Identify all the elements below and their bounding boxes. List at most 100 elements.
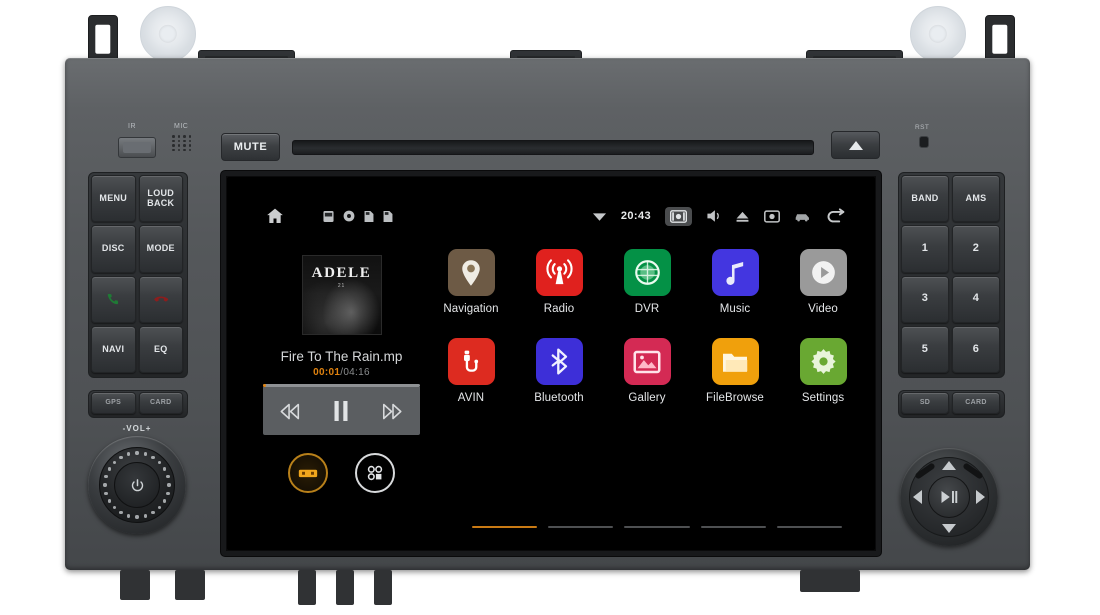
page-dot[interactable] xyxy=(624,525,690,528)
navigation-dpad[interactable] xyxy=(900,448,998,546)
sd-card-icon xyxy=(323,210,334,223)
left-button-grid: MENU LOUD BACK DISC MODE NAVI EQ xyxy=(91,175,183,373)
dpad-right-button[interactable] xyxy=(976,490,985,504)
app-label: Music xyxy=(719,303,751,315)
app-dvr[interactable]: DVR xyxy=(608,249,686,315)
eject-button[interactable] xyxy=(831,131,880,159)
page-indicator[interactable] xyxy=(472,525,843,528)
previous-track-icon xyxy=(280,403,300,419)
right-button-grid: BAND AMS 1 2 3 4 5 6 xyxy=(901,175,1000,373)
hw-button-preset-3[interactable]: 3 xyxy=(901,275,949,323)
app-label: Settings xyxy=(801,392,845,404)
app-avin[interactable]: AVIN xyxy=(432,338,510,404)
track-time: 00:01/04:16 xyxy=(263,367,420,378)
hw-button-label: DISC xyxy=(101,243,125,254)
status-notifications xyxy=(323,210,393,223)
app-label: Navigation xyxy=(443,303,499,315)
app-label: Bluetooth xyxy=(534,392,584,404)
storage-icon xyxy=(364,210,374,223)
dpad-play-pause-button[interactable] xyxy=(928,476,970,518)
hw-button-menu[interactable]: MENU xyxy=(91,175,136,223)
hw-button-card[interactable]: CARD xyxy=(952,392,1000,414)
hw-button-preset-5[interactable]: 5 xyxy=(901,325,949,373)
music-player-widget[interactable]: ADELE 21 Fire To The Rain.mp 00:01/04:16 xyxy=(263,255,420,493)
hw-button-sd[interactable]: SD xyxy=(901,392,949,414)
hw-button-preset-4[interactable]: 4 xyxy=(952,275,1000,323)
car-shortcut-button[interactable] xyxy=(288,453,329,493)
hw-button-band[interactable]: BAND xyxy=(901,175,949,223)
hw-button-call-answer[interactable] xyxy=(91,275,136,323)
hw-button-card[interactable]: CARD xyxy=(138,392,183,414)
hw-button-loud-back[interactable]: LOUD BACK xyxy=(138,175,183,223)
page-dot[interactable] xyxy=(776,525,843,528)
home-icon[interactable] xyxy=(265,206,285,226)
hw-button-preset-2[interactable]: 2 xyxy=(952,225,1000,273)
volume-knob[interactable] xyxy=(88,436,186,534)
next-track-button[interactable] xyxy=(381,403,405,420)
app-gallery[interactable]: Gallery xyxy=(608,338,686,404)
app-music[interactable]: Music xyxy=(696,249,774,315)
hw-button-mode[interactable]: MODE xyxy=(138,225,183,273)
hw-button-label: 3 xyxy=(921,292,929,305)
back-arrow-icon[interactable] xyxy=(825,207,847,225)
eject-icon[interactable] xyxy=(735,210,750,223)
hw-button-label: CARD xyxy=(150,399,172,407)
app-radio[interactable]: Radio xyxy=(520,249,598,315)
app-video[interactable]: Video xyxy=(784,249,862,315)
car-icon[interactable] xyxy=(794,211,811,222)
page-dot[interactable] xyxy=(548,525,614,528)
hw-button-preset-1[interactable]: 1 xyxy=(901,225,949,273)
status-right-group: 20:43 xyxy=(592,206,847,226)
bracket-hole xyxy=(992,24,1008,54)
volume-icon[interactable] xyxy=(706,209,721,223)
app-bluetooth[interactable]: Bluetooth xyxy=(520,338,598,404)
hw-button-navi[interactable]: NAVI xyxy=(91,325,136,373)
cd-disc-slot[interactable] xyxy=(292,140,814,155)
dpad-left-button[interactable] xyxy=(913,490,922,504)
reset-pinhole[interactable] xyxy=(919,136,929,148)
mounting-bracket-right xyxy=(985,15,1015,63)
hw-button-label: LOUD BACK xyxy=(147,188,175,208)
all-apps-icon xyxy=(367,465,382,481)
track-title: Fire To The Rain.mp xyxy=(280,349,403,364)
touchscreen[interactable]: 20:43 ADELE 21 Fire To The Rain.mp 00:01… xyxy=(227,177,875,550)
hw-button-label: GPS xyxy=(105,399,122,407)
dpad-down-button[interactable] xyxy=(942,524,956,533)
play-pause-icon xyxy=(941,491,958,503)
gear-icon xyxy=(799,338,847,385)
page-dot[interactable] xyxy=(472,525,538,528)
hw-button-preset-6[interactable]: 6 xyxy=(952,325,1000,373)
avin-plug-icon xyxy=(447,338,495,385)
unit-foot-mid3 xyxy=(336,570,354,605)
eject-triangle-icon xyxy=(848,140,863,150)
camera-icon[interactable] xyxy=(764,209,780,223)
radio-antenna-icon xyxy=(535,249,583,296)
app-settings[interactable]: Settings xyxy=(784,338,862,404)
mic-grille-icon xyxy=(172,135,194,155)
mute-button-label: MUTE xyxy=(233,141,268,153)
folder-icon xyxy=(711,338,759,385)
ir-label: IR xyxy=(128,123,136,130)
album-title: 21 xyxy=(337,283,346,289)
app-filebrowse[interactable]: FileBrowse xyxy=(696,338,774,404)
progress-fill xyxy=(263,384,267,387)
page-dot[interactable] xyxy=(700,525,766,528)
hw-button-ams[interactable]: AMS xyxy=(952,175,1000,223)
play-pause-button[interactable] xyxy=(332,400,350,422)
screenshot-canvas: IR MIC MUTE RST MENU LOUD BACK DISC MODE NAVI… xyxy=(0,0,1100,615)
all-apps-button[interactable] xyxy=(354,453,395,493)
previous-track-button[interactable] xyxy=(278,403,302,420)
album-art: ADELE 21 xyxy=(301,255,382,335)
mute-button[interactable]: MUTE xyxy=(221,133,280,161)
screenshot-icon[interactable] xyxy=(665,206,692,226)
ir-sensor-button[interactable] xyxy=(118,137,156,158)
app-navigation[interactable]: Navigation xyxy=(432,249,510,315)
power-button[interactable] xyxy=(114,462,160,508)
dpad-up-button[interactable] xyxy=(942,461,956,470)
hw-button-gps[interactable]: GPS xyxy=(91,392,136,414)
track-progress-bar[interactable] xyxy=(263,384,420,387)
hw-button-eq[interactable]: EQ xyxy=(138,325,183,373)
hw-button-disc[interactable]: DISC xyxy=(91,225,136,273)
hw-button-call-end[interactable] xyxy=(138,275,183,323)
app-row: Navigation Radio DVR Music Video xyxy=(432,249,862,315)
